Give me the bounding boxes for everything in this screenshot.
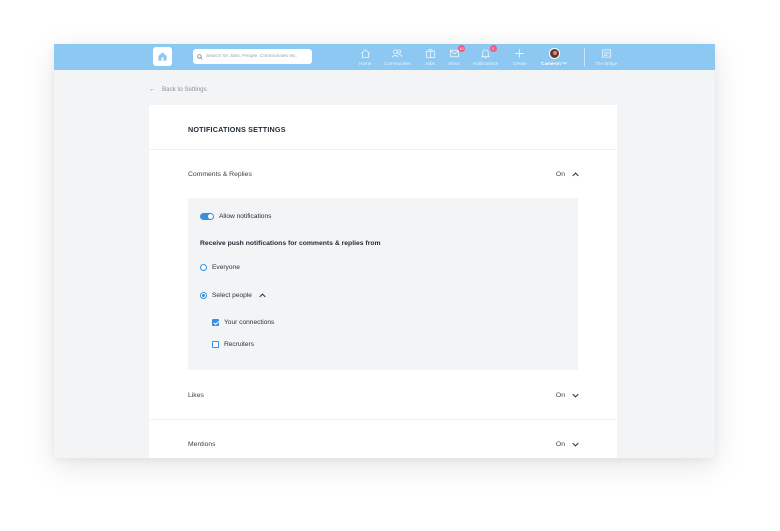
nav-inbox-label: Inbox [448,61,460,66]
arrow-left-icon: ← [149,86,156,93]
search-icon [197,53,203,60]
notification-settings-card: NOTIFICATIONS SETTINGS Comments & Replie… [149,105,617,458]
nav-communities[interactable]: Communities [384,47,411,69]
search-box[interactable] [193,49,312,64]
bridge-icon [600,47,612,59]
nav-home[interactable]: Home [359,47,371,69]
section-state: On [556,391,579,399]
notifications-badge: 3 [489,45,497,52]
divider [149,149,617,150]
checkbox-label: Your connections [224,319,275,326]
push-heading: Receive push notifications for comments … [200,240,381,247]
chevron-down-icon [571,391,579,399]
nav-inbox[interactable]: 10 Inbox [448,45,465,69]
app-window: Home Communities Jobs 10 Inbox 3 [54,44,715,458]
allow-notifications-row: Allow notifications [200,213,271,220]
section-mentions[interactable]: Mentions On [188,437,579,451]
radio-label: Everyone [212,264,240,271]
nav-home-label: Home [359,61,372,66]
checkbox-label: Recruiters [224,341,255,348]
bell-icon: 3 [480,45,497,59]
section-likes[interactable]: Likes On [188,388,579,402]
home-icon [359,47,371,59]
nav-the-bridge[interactable]: The Bridge [595,47,617,69]
plus-icon [514,47,526,59]
nav-the-bridge-label: The Bridge [595,61,618,66]
nav-jobs[interactable]: Jobs [424,47,436,69]
avatar [548,47,560,59]
allow-notifications-toggle[interactable] [200,213,214,220]
communities-icon [391,47,403,59]
checkbox[interactable] [212,319,219,326]
section-label: Likes [188,391,204,399]
radio-button[interactable] [200,291,207,299]
jobs-icon [424,47,436,59]
toggle-label: Allow notifications [219,213,272,220]
nav-notifications[interactable]: 3 Notifications [473,45,499,69]
section-state: On [556,440,579,448]
search-input[interactable] [206,54,311,59]
radio-everyone[interactable]: Everyone [200,264,240,271]
section-state-text: On [555,391,565,399]
chevron-down-icon [562,61,567,65]
divider [149,419,617,420]
avatar-wrap [548,47,560,59]
profile-name: Cameron [541,61,561,66]
nav-profile-label: Cameron [541,61,567,66]
radio-button[interactable] [200,264,207,271]
checkbox-your-connections[interactable]: Your connections [212,319,274,326]
section-comments-replies[interactable]: Comments & Replies On [188,167,579,181]
nav-communities-label: Communities [384,61,411,66]
section-state-text: On [555,170,565,178]
inbox-icon: 10 [448,45,465,59]
home-logo-icon [158,52,167,61]
inbox-badge: 10 [458,45,465,52]
section-label: Mentions [188,440,216,448]
nav-notifications-label: Notifications [473,61,499,66]
chevron-up-icon [571,170,579,178]
app-logo[interactable] [153,47,172,66]
checkbox-recruiters[interactable]: Recruiters [212,341,254,348]
chevron-down-icon [571,440,579,448]
chevron-up-icon[interactable] [259,291,267,299]
section-state-text: On [555,440,565,448]
nav-create[interactable]: Create [513,47,527,69]
radio-select-people[interactable]: Select people [200,291,267,299]
nav-profile[interactable]: Cameron [541,47,567,69]
top-nav-bar: Home Communities Jobs 10 Inbox 3 [54,44,715,70]
nav-create-label: Create [513,61,527,66]
nav-divider [584,48,585,66]
checkbox[interactable] [212,341,219,348]
radio-label: Select people [212,291,252,299]
page-title: NOTIFICATIONS SETTINGS [188,125,286,134]
comments-replies-panel: Allow notifications Receive push notific… [188,198,578,370]
back-to-settings-link[interactable]: ← Back to Settings [149,86,207,93]
back-link-label: Back to Settings [162,86,207,93]
section-state: On [556,170,579,178]
section-label: Comments & Replies [188,170,252,178]
nav-jobs-label: Jobs [425,61,435,66]
